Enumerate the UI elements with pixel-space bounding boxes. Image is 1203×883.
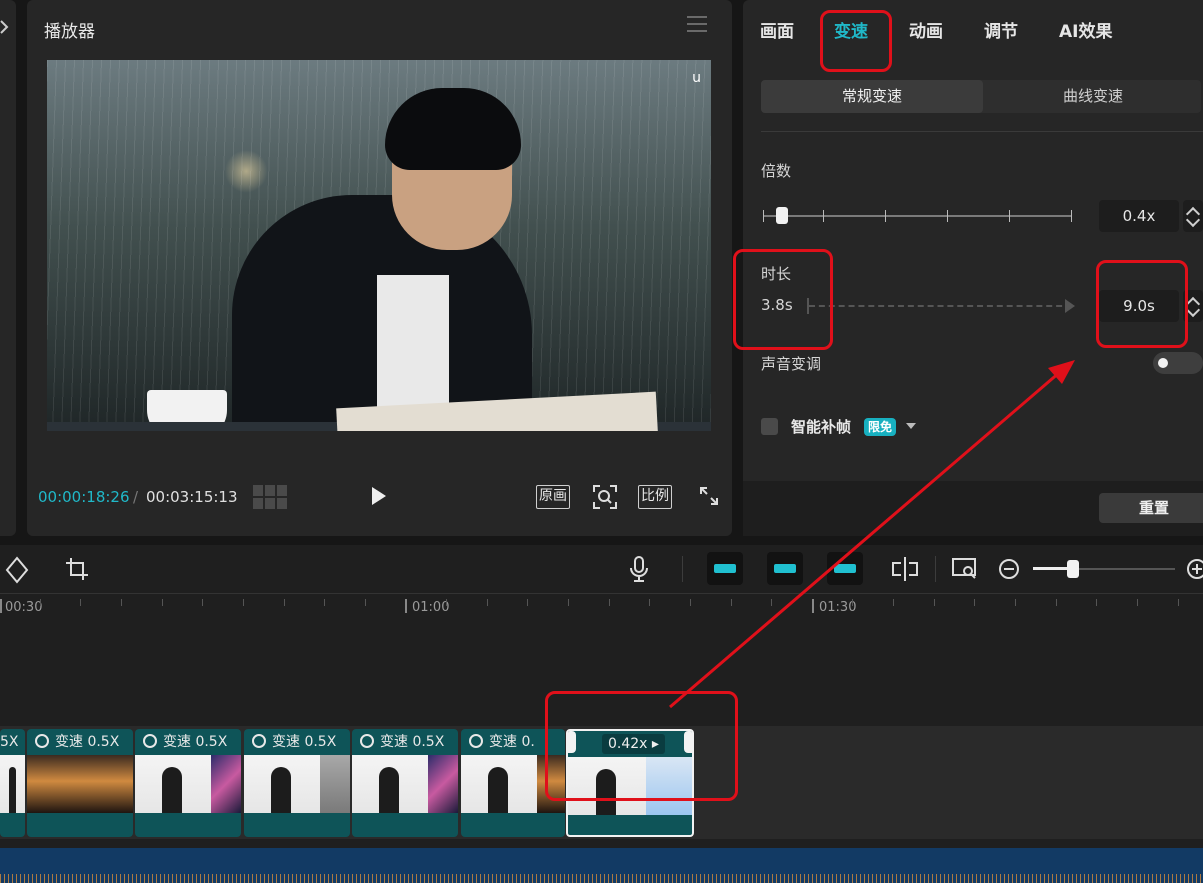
annotation-arrow-icon xyxy=(669,360,1075,709)
